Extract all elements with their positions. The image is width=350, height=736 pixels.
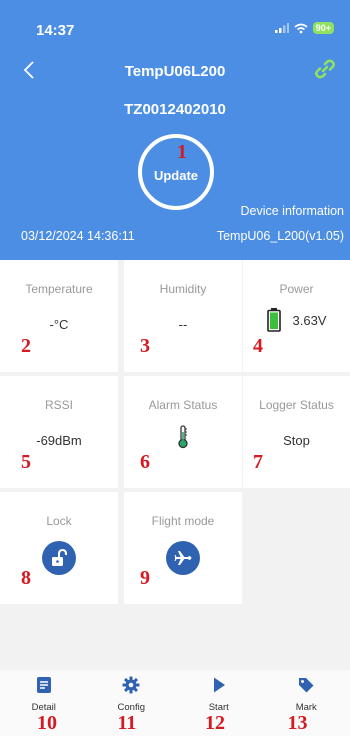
nav-start[interactable]: Start 12 xyxy=(175,670,263,736)
device-header: 14:37 90+ TempU06L200 TZ0012402010 1 Upd… xyxy=(0,0,350,260)
tile-humidity: Humidity -- 3 xyxy=(124,260,242,372)
tile-logger-status: Logger Status Stop 7 xyxy=(243,376,350,488)
document-icon xyxy=(36,677,51,693)
alarm-icon-wrap xyxy=(124,425,242,449)
power-row: 3.63V xyxy=(243,308,350,332)
humidity-value: -- xyxy=(178,317,188,332)
device-info-link[interactable]: Device information xyxy=(240,204,344,218)
firmware-version: TempU06_L200(v1.05) xyxy=(216,229,344,243)
marker-9: 9 xyxy=(140,567,150,589)
marker-12: 12 xyxy=(205,712,225,734)
flight-mode-toggle-button[interactable] xyxy=(166,541,200,575)
update-button[interactable]: Update xyxy=(138,134,214,210)
marker-5: 5 xyxy=(21,451,31,473)
battery-icon xyxy=(266,308,281,332)
marker-10: 10 xyxy=(37,712,57,734)
power-title: Power xyxy=(279,282,314,296)
timestamp: 03/12/2024 14:36:11 xyxy=(21,229,135,243)
marker-3: 3 xyxy=(140,335,150,357)
marker-7: 7 xyxy=(253,451,263,473)
status-icons: 90+ xyxy=(274,22,334,34)
marker-2: 2 xyxy=(21,335,31,357)
tile-rssi: RSSI -69dBm 5 xyxy=(0,376,118,488)
nav-config[interactable]: Config 11 xyxy=(88,670,176,736)
device-title: TempU06L200 xyxy=(124,63,226,80)
serial-number: TZ0012402010 xyxy=(124,101,226,118)
nav-mark[interactable]: Mark 13 xyxy=(263,670,350,736)
marker-13: 13 xyxy=(287,712,308,734)
lock-toggle-button[interactable] xyxy=(42,541,76,575)
marker-6: 6 xyxy=(140,451,150,473)
tile-power: Power 3.63V 4 xyxy=(243,260,350,372)
thermometer-icon xyxy=(178,425,188,449)
rssi-title: RSSI xyxy=(44,398,73,412)
status-bar: 14:37 90+ xyxy=(36,22,340,42)
marker-8: 8 xyxy=(21,567,31,589)
alarm-status-title: Alarm Status xyxy=(148,398,218,412)
update-label: Update xyxy=(153,167,199,183)
lock-title: Lock xyxy=(46,514,72,528)
humidity-title: Humidity xyxy=(159,282,207,296)
signal-icon xyxy=(274,23,289,33)
temperature-title: Temperature xyxy=(25,282,93,296)
wifi-icon xyxy=(294,23,308,33)
unlock-icon xyxy=(52,548,67,566)
lock-icon-wrap xyxy=(0,541,118,575)
temperature-value: -°C xyxy=(49,317,69,332)
rssi-value: -69dBm xyxy=(36,433,82,448)
status-battery: 90+ xyxy=(312,22,334,34)
tag-icon xyxy=(299,678,314,693)
gear-icon xyxy=(122,676,140,694)
nav-detail[interactable]: Detail 10 xyxy=(0,670,88,736)
status-time: 14:37 xyxy=(36,22,75,39)
marker-4: 4 xyxy=(253,335,263,357)
tile-flight-mode[interactable]: Flight mode 9 xyxy=(124,492,242,604)
logger-status-value: Stop xyxy=(283,433,310,448)
tile-lock[interactable]: Lock 8 xyxy=(0,492,118,604)
power-value: 3.63V xyxy=(292,312,327,328)
tile-temperature: Temperature -°C 2 xyxy=(0,260,118,372)
logger-status-title: Logger Status xyxy=(259,398,334,412)
flight-mode-title: Flight mode xyxy=(151,514,215,528)
bottom-nav: Detail 10 Config 11 Start 12 Mark 13 xyxy=(0,670,350,736)
marker-11: 11 xyxy=(117,712,137,734)
link-icon[interactable] xyxy=(314,58,336,80)
tile-alarm-status: Alarm Status 6 xyxy=(124,376,242,488)
play-icon xyxy=(213,677,225,693)
airplane-icon xyxy=(174,551,192,565)
